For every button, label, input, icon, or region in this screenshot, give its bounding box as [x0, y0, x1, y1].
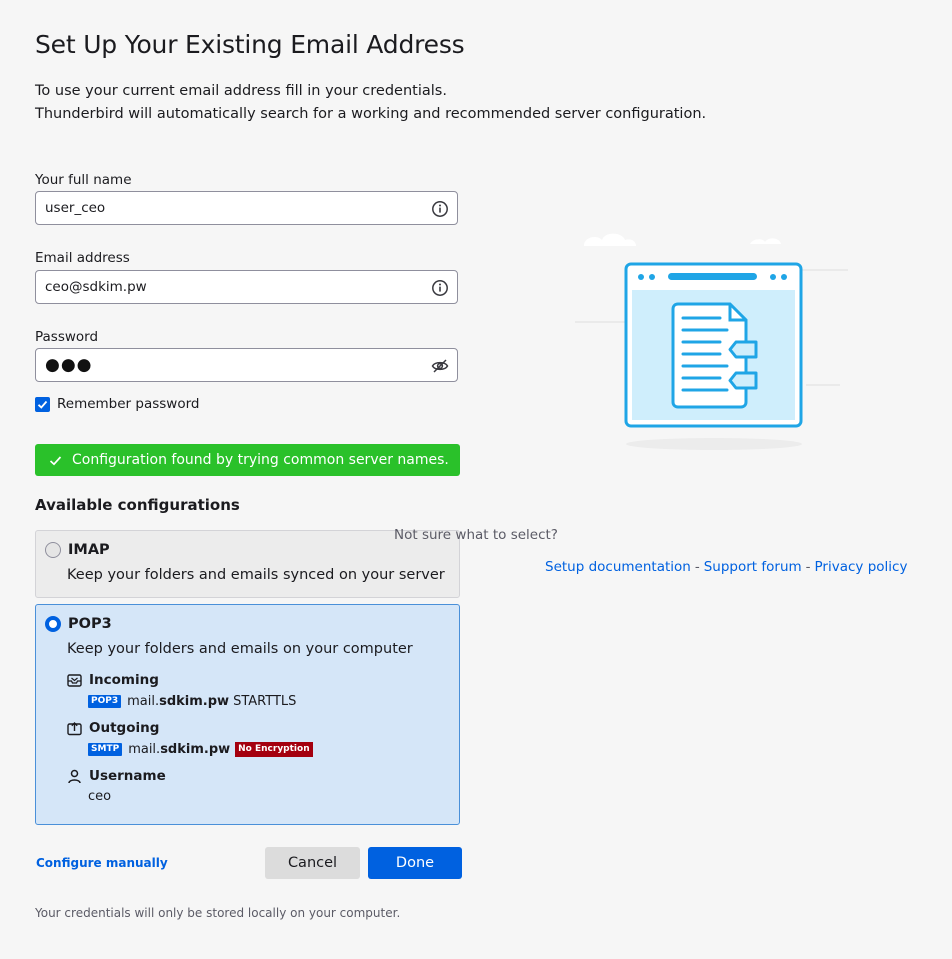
incoming-label: Incoming	[89, 672, 159, 688]
help-links: Setup documentation - Support forum - Privac…	[545, 559, 907, 575]
pop3-description: Keep your folders and emails on your com…	[67, 641, 413, 657]
cancel-button[interactable]: Cancel	[265, 847, 360, 879]
status-banner: Configuration found by trying common ser…	[35, 444, 460, 476]
config-option-pop3[interactable]: POP3 Keep your folders and emails on you…	[35, 604, 460, 825]
intro-line-2: Thunderbird will automatically search fo…	[35, 106, 707, 122]
no-encryption-badge: No Encryption	[235, 741, 313, 757]
outbox-icon	[67, 721, 82, 736]
password-label: Password	[35, 329, 99, 345]
help-question: Not sure what to select?	[394, 527, 558, 543]
outgoing-server: Outgoing SMTP mail.sdkim.pw No Encryptio…	[67, 719, 313, 757]
pop3-radio[interactable]	[45, 616, 61, 632]
info-icon[interactable]	[431, 279, 449, 297]
remember-password[interactable]: Remember password	[35, 395, 200, 413]
page-title: Set Up Your Existing Email Address	[35, 30, 465, 59]
done-button[interactable]: Done	[368, 847, 462, 879]
intro-line-1: To use your current email address fill i…	[35, 83, 447, 99]
setup-documentation-link[interactable]: Setup documentation	[545, 559, 691, 575]
fullname-field[interactable]	[35, 191, 458, 225]
username-label: Username	[89, 768, 166, 784]
email-input[interactable]	[45, 271, 425, 303]
status-message: Configuration found by trying common ser…	[72, 452, 449, 468]
support-forum-link[interactable]: Support forum	[704, 559, 802, 575]
link-separator: -	[694, 559, 700, 575]
fullname-label: Your full name	[35, 172, 132, 188]
incoming-host: mail.sdkim.pw	[127, 693, 230, 709]
link-separator: -	[805, 559, 811, 575]
checkmark-icon	[49, 454, 62, 467]
remember-checkbox[interactable]	[35, 396, 50, 412]
outgoing-label: Outgoing	[89, 720, 160, 736]
password-field[interactable]: ●●●	[35, 348, 458, 382]
privacy-policy-link[interactable]: Privacy policy	[815, 559, 908, 575]
user-icon	[67, 769, 82, 784]
password-input[interactable]: ●●●	[45, 355, 93, 375]
fullname-input[interactable]	[45, 192, 425, 224]
incoming-server: Incoming POP3 mail.sdkim.pw STARTTLS	[67, 671, 296, 709]
remember-label: Remember password	[57, 396, 200, 412]
imap-radio[interactable]	[45, 542, 61, 558]
email-label: Email address	[35, 250, 130, 266]
imap-name: IMAP	[68, 542, 110, 558]
intro-text: To use your current email address fill i…	[35, 80, 706, 126]
configure-manually-link[interactable]: Configure manually	[36, 856, 168, 870]
pop3-name: POP3	[68, 616, 112, 632]
outgoing-host: mail.sdkim.pw	[128, 741, 231, 757]
username-value: ceo	[88, 789, 112, 804]
setup-illustration	[570, 222, 860, 461]
credentials-note: Your credentials will only be stored loc…	[35, 906, 401, 920]
username-info: Username ceo	[67, 767, 166, 804]
inbox-icon	[67, 673, 82, 688]
email-field[interactable]	[35, 270, 458, 304]
protocol-badge-pop3: POP3	[88, 694, 122, 708]
incoming-security: STARTTLS	[233, 693, 297, 709]
imap-description: Keep your folders and emails synced on y…	[67, 567, 445, 583]
eye-slash-icon[interactable]	[431, 357, 449, 375]
protocol-badge-smtp: SMTP	[88, 742, 123, 756]
available-configs-title: Available configurations	[35, 496, 240, 514]
info-icon[interactable]	[431, 200, 449, 218]
